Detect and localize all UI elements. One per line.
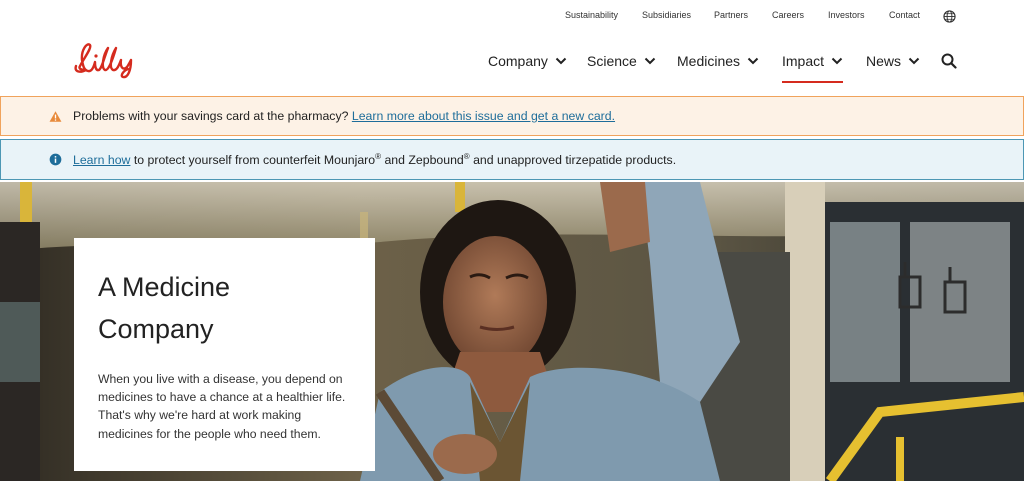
hero-card: A Medicine Company When you live with a … xyxy=(74,238,375,471)
alert-message: Learn how to protect yourself from count… xyxy=(73,152,677,167)
info-icon xyxy=(49,153,62,166)
nav-item-medicines[interactable]: Medicines xyxy=(677,52,759,70)
utility-link-subsidiaries[interactable]: Subsidiaries xyxy=(642,10,691,20)
nav-item-label: News xyxy=(866,53,902,69)
lilly-logo[interactable] xyxy=(72,40,144,80)
hero-body: When you live with a disease, you depend… xyxy=(98,372,346,441)
alert-text: to protect yourself from counterfeit Mou… xyxy=(130,152,376,167)
nav-item-news[interactable]: News xyxy=(866,52,920,70)
nav-item-company[interactable]: Company xyxy=(488,52,567,70)
learn-how-link[interactable]: Learn how xyxy=(73,153,130,167)
warning-icon xyxy=(49,110,62,122)
chevron-down-icon xyxy=(747,57,759,65)
alert-text: Problems with your savings card at the p… xyxy=(73,109,349,123)
savings-card-alert: Problems with your savings card at the p… xyxy=(0,96,1024,136)
chevron-down-icon xyxy=(908,57,920,65)
utility-link-careers[interactable]: Careers xyxy=(772,10,804,20)
globe-icon[interactable] xyxy=(943,10,956,23)
utility-link-contact[interactable]: Contact xyxy=(889,10,920,20)
nav-item-label: Company xyxy=(488,53,548,69)
nav-item-label: Medicines xyxy=(677,53,741,69)
nav-item-science[interactable]: Science xyxy=(587,52,656,70)
counterfeit-alert: Learn how to protect yourself from count… xyxy=(0,139,1024,180)
lilly-logo-mark xyxy=(74,43,133,79)
nav-item-impact[interactable]: Impact xyxy=(782,52,844,83)
savings-card-link[interactable]: Learn more about this issue and get a ne… xyxy=(352,109,615,123)
alert-message: Problems with your savings card at the p… xyxy=(73,109,615,123)
utility-nav: Sustainability Subsidiaries Partners Car… xyxy=(0,0,1024,30)
chevron-down-icon xyxy=(831,57,843,65)
utility-link-investors[interactable]: Investors xyxy=(828,10,865,20)
alert-text: and unapproved tirzepatide products. xyxy=(469,152,677,167)
chevron-down-icon xyxy=(555,57,567,65)
nav-item-label: Science xyxy=(587,53,637,69)
hero-title: A Medicine Company xyxy=(98,272,231,344)
utility-link-partners[interactable]: Partners xyxy=(714,10,748,20)
nav-item-label: Impact xyxy=(782,53,825,69)
chevron-down-icon xyxy=(644,57,656,65)
utility-link-sustainability[interactable]: Sustainability xyxy=(565,10,618,20)
alert-text: and Zepbound xyxy=(381,152,464,167)
search-icon[interactable] xyxy=(941,53,957,69)
